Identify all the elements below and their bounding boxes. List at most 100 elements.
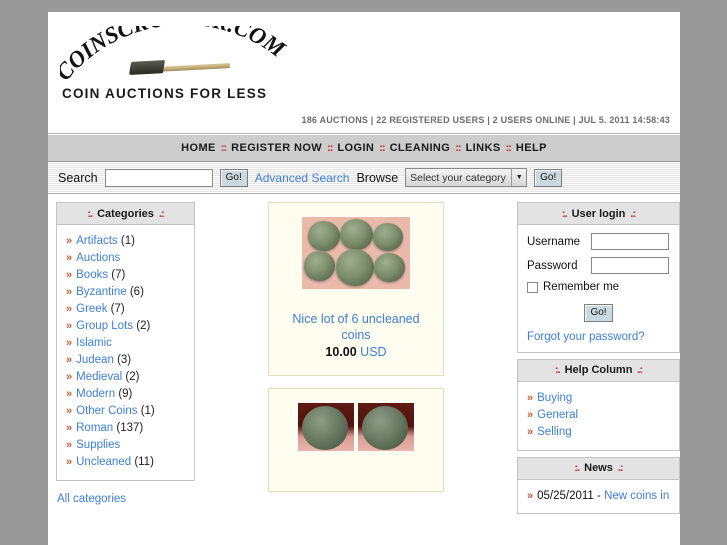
bullet-icon: »: [527, 391, 534, 404]
sidebar-item-supplies[interactable]: Supplies: [76, 439, 120, 451]
bullet-icon: »: [66, 303, 73, 315]
help-item-selling[interactable]: Selling: [537, 426, 572, 438]
news-title: News: [584, 462, 613, 474]
site-tagline: COIN AUCTIONS FOR LESS: [62, 86, 268, 101]
search-input[interactable]: [104, 168, 213, 187]
listing-amount: 10.00: [325, 345, 357, 359]
six-uncleaned-coins-in-hand-photo[interactable]: [302, 217, 410, 289]
sidebar-item-books[interactable]: Books: [76, 269, 108, 281]
category-count: (2): [136, 320, 151, 332]
news-header: :. News .:: [518, 457, 679, 480]
list-item: » Byzantine (6): [66, 284, 185, 301]
list-item: » Books (7): [66, 267, 185, 284]
sidebar-item-greek[interactable]: Greek: [76, 303, 107, 315]
bullet-icon: »: [66, 354, 73, 366]
list-item: » Other Coins (1): [66, 403, 185, 420]
all-categories-link[interactable]: All categories: [57, 493, 195, 505]
sidebar-item-other-coins[interactable]: Other Coins: [76, 405, 137, 417]
nav-item-help[interactable]: HELP: [511, 142, 552, 154]
sidebar-item-artifacts[interactable]: Artifacts: [76, 235, 118, 247]
nav-item-login[interactable]: LOGIN: [332, 142, 379, 154]
password-row: Password: [527, 257, 670, 274]
listings-column: Nice lot of 6 uncleaned coins 10.00 USD: [195, 202, 517, 545]
remember-me-checkbox[interactable]: [527, 281, 538, 293]
nav-item-links[interactable]: LINKS: [461, 142, 506, 154]
login-go-button[interactable]: Go!: [584, 303, 613, 322]
help-item-buying[interactable]: Buying: [537, 392, 572, 404]
category-count: (7): [110, 303, 125, 315]
main-navigation: HOME :: REGISTER NOW :: LOGIN :: CLEANIN…: [48, 134, 680, 162]
category-go-button[interactable]: Go!: [534, 168, 563, 187]
login-button-row: Go!: [527, 302, 670, 322]
list-item: » Medieval (2): [66, 369, 185, 386]
bullet-icon: »: [66, 371, 73, 383]
bullet-icon: »: [66, 456, 73, 468]
bullet-icon: »: [66, 405, 73, 417]
search-go-button[interactable]: Go!: [219, 168, 248, 187]
listing-title[interactable]: Nice lot of 6 uncleaned coins: [277, 311, 435, 343]
help-column-title: Help Column: [564, 364, 633, 376]
nav-item-home[interactable]: HOME: [176, 142, 221, 154]
category-count: (2): [125, 371, 140, 383]
sidebar-item-medieval[interactable]: Medieval: [76, 371, 122, 383]
header-deco-right: .:: [617, 462, 624, 474]
forgot-password-link[interactable]: Forgot your password?: [527, 331, 670, 343]
listing-price: 10.00 USD: [277, 345, 435, 359]
bullet-icon: »: [527, 489, 534, 502]
site-logo[interactable]: COINSCRUBBER.COM: [60, 26, 320, 86]
bullet-icon: »: [66, 422, 73, 434]
username-label: Username: [527, 235, 581, 248]
bullet-icon: »: [66, 320, 73, 332]
sidebar-item-judean[interactable]: Judean: [76, 354, 114, 366]
sidebar-item-byzantine[interactable]: Byzantine: [76, 286, 127, 298]
remember-me-row[interactable]: Remember me: [527, 281, 670, 293]
roman-coin-obverse-reverse-photo[interactable]: [297, 403, 415, 451]
search-label: Search: [58, 170, 98, 185]
left-sidebar: :. Categories .: » Artifacts (1) » Auction…: [48, 202, 195, 545]
list-item: » Modern (9): [66, 386, 185, 403]
nav-item-cleaning[interactable]: CLEANING: [385, 142, 456, 154]
list-item: » Judean (3): [66, 352, 185, 369]
user-login-panel: :. User login .: Username Password Remem…: [517, 202, 680, 353]
category-count: (3): [117, 354, 132, 366]
list-item: » Islamic: [66, 335, 185, 352]
news-panel: :. News .: » 05/25/2011 - New coins in: [517, 456, 680, 514]
sidebar-item-group-lots[interactable]: Group Lots: [76, 320, 133, 332]
categories-panel: :. Categories .: » Artifacts (1) » Auction…: [56, 202, 195, 481]
categories-panel-header: :. Categories .:: [57, 203, 194, 225]
header-deco-right: .:: [630, 207, 636, 220]
bullet-icon: »: [66, 388, 73, 400]
listing-card[interactable]: [268, 388, 444, 492]
sidebar-item-islamic[interactable]: Islamic: [76, 337, 112, 349]
category-select[interactable]: Select your category ▼: [405, 168, 528, 187]
list-item: » Greek (7): [66, 301, 185, 318]
nav-item-register-now[interactable]: REGISTER NOW: [226, 142, 327, 154]
bullet-icon: »: [527, 425, 534, 438]
category-count: (9): [118, 388, 133, 400]
header-deco-right: .:: [158, 207, 165, 220]
sidebar-item-auctions[interactable]: Auctions: [76, 252, 120, 264]
help-column-panel: :. Help Column .: » Buying » General » Sell…: [517, 358, 680, 451]
password-input[interactable]: [591, 257, 669, 274]
chevron-down-icon: ▼: [511, 169, 526, 186]
list-item: » Supplies: [66, 437, 185, 454]
header-deco-left: :.: [561, 207, 568, 220]
page-body: :. Categories .: » Artifacts (1) » Auction…: [48, 194, 680, 545]
advanced-search-link[interactable]: Advanced Search: [255, 171, 350, 185]
sidebar-item-modern[interactable]: Modern: [76, 388, 115, 400]
news-link[interactable]: New coins in: [604, 490, 669, 502]
password-label: Password: [527, 259, 578, 272]
list-item: » Group Lots (2): [66, 318, 185, 335]
sidebar-item-roman[interactable]: Roman: [76, 422, 113, 434]
bullet-icon: »: [66, 235, 73, 247]
list-item: » Artifacts (1): [66, 233, 185, 250]
listing-card[interactable]: Nice lot of 6 uncleaned coins 10.00 USD: [268, 202, 444, 376]
username-input[interactable]: [591, 233, 669, 250]
sidebar-item-uncleaned[interactable]: Uncleaned: [76, 456, 131, 468]
logo-arc-text: COINSCRUBBER.COM: [60, 26, 291, 85]
category-count: (1): [140, 405, 155, 417]
help-item-general[interactable]: General: [537, 409, 578, 421]
right-sidebar: :. User login .: Username Password Remem…: [517, 202, 680, 545]
coin-reverse: [358, 403, 414, 451]
bullet-icon: »: [66, 439, 73, 451]
